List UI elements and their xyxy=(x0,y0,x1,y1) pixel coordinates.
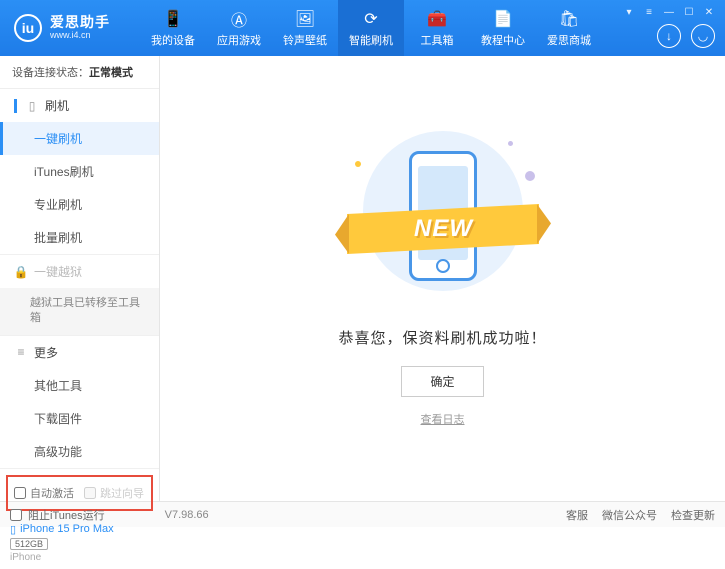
nav-label-4: 工具箱 xyxy=(421,32,454,48)
auto-activate-label: 自动激活 xyxy=(30,485,74,501)
nav-icon-1: Ⓐ xyxy=(229,9,249,29)
version-label: V7.98.66 xyxy=(165,509,209,521)
logo-icon: iu xyxy=(14,14,42,42)
nav-icon-4: 🧰 xyxy=(427,9,447,29)
device-storage-badge: 512GB xyxy=(10,538,48,550)
app-title: 爱思助手 xyxy=(50,15,110,30)
device-phone-icon: ▯ xyxy=(10,523,16,536)
device-status: 设备连接状态：正常模式 xyxy=(0,56,159,89)
auto-activate-checkbox[interactable]: 自动激活 xyxy=(14,485,74,501)
nav-label-5: 教程中心 xyxy=(481,32,525,48)
nav-tab-4[interactable]: 🧰 工具箱 xyxy=(404,0,470,56)
sidebar: 设备连接状态：正常模式 ▯ 刷机 一键刷机iTunes刷机专业刷机批量刷机 🔒 … xyxy=(0,56,160,501)
device-status-value: 正常模式 xyxy=(89,67,133,79)
sidebar-flash-title: 刷机 xyxy=(45,97,69,114)
sidebar-section-flash[interactable]: ▯ 刷机 xyxy=(0,89,159,122)
device-type: iPhone xyxy=(10,552,149,563)
nav-label-1: 应用游戏 xyxy=(217,32,261,48)
logo-area: iu 爱思助手 www.i4.cn xyxy=(0,14,140,42)
nav-icon-5: 📄 xyxy=(493,9,513,29)
window-controls: ▾ ≡ — ☐ ✕ xyxy=(621,6,717,18)
device-name: iPhone 15 Pro Max xyxy=(20,523,114,535)
device-info: ▯ iPhone 15 Pro Max 512GB iPhone xyxy=(0,517,159,569)
nav-tabs: 📱 我的设备 Ⓐ 应用游戏 🖼 铃声壁纸 ⟳ 智能刷机 🧰 工具箱 📄 教程中心 🛍 爱思商城 xyxy=(140,0,602,56)
nav-label-3: 智能刷机 xyxy=(349,32,393,48)
block-itunes-input[interactable] xyxy=(10,509,22,521)
footer-link-1[interactable]: 微信公众号 xyxy=(602,507,657,523)
ok-button[interactable]: 确定 xyxy=(401,366,483,397)
sidebar-item-more-0[interactable]: 其他工具 xyxy=(0,369,159,402)
success-message: 恭喜您，保资料刷机成功啦！ xyxy=(338,327,546,348)
nav-tab-2[interactable]: 🖼 铃声壁纸 xyxy=(272,0,338,56)
skip-guide-input xyxy=(84,487,96,499)
sidebar-section-more[interactable]: ≡ 更多 xyxy=(0,336,159,369)
app-url: www.i4.cn xyxy=(50,31,110,41)
sidebar-item-flash-1[interactable]: iTunes刷机 xyxy=(0,155,159,188)
list-icon: ≡ xyxy=(14,345,28,359)
block-itunes-checkbox[interactable]: 阻止iTunes运行 xyxy=(10,507,105,523)
nav-tab-3[interactable]: ⟳ 智能刷机 xyxy=(338,0,404,56)
auto-activate-input[interactable] xyxy=(14,487,26,499)
maximize-icon[interactable]: ☐ xyxy=(681,6,697,18)
close-icon[interactable]: ✕ xyxy=(701,6,717,18)
options-highlight-box: 自动激活 跳过向导 xyxy=(6,475,153,511)
sidebar-more-title: 更多 xyxy=(34,344,58,361)
sidebar-item-flash-2[interactable]: 专业刷机 xyxy=(0,188,159,221)
sidebar-item-flash-3[interactable]: 批量刷机 xyxy=(0,221,159,254)
nav-tab-5[interactable]: 📄 教程中心 xyxy=(470,0,536,56)
view-log-link[interactable]: 查看日志 xyxy=(421,411,465,427)
skip-guide-label: 跳过向导 xyxy=(100,485,144,501)
main-content: NEW 恭喜您，保资料刷机成功啦！ 确定 查看日志 xyxy=(160,56,725,501)
nav-label-2: 铃声壁纸 xyxy=(283,32,327,48)
app-header: iu 爱思助手 www.i4.cn 📱 我的设备 Ⓐ 应用游戏 🖼 铃声壁纸 ⟳ 智能刷机 🧰 工… xyxy=(0,0,725,56)
sidebar-item-more-2[interactable]: 高级功能 xyxy=(0,435,159,468)
footer-link-2[interactable]: 检查更新 xyxy=(671,507,715,523)
nav-icon-0: 📱 xyxy=(163,9,183,29)
nav-label-0: 我的设备 xyxy=(151,32,195,48)
nav-icon-3: ⟳ xyxy=(361,9,381,29)
footer-link-0[interactable]: 客服 xyxy=(566,507,588,523)
nav-tab-0[interactable]: 📱 我的设备 xyxy=(140,0,206,56)
device-name-row[interactable]: ▯ iPhone 15 Pro Max xyxy=(10,523,149,536)
jailbreak-note: 越狱工具已转移至工具箱 xyxy=(0,288,159,335)
phone-icon: ▯ xyxy=(25,99,39,113)
block-itunes-label: 阻止iTunes运行 xyxy=(28,507,105,523)
device-status-label: 设备连接状态： xyxy=(12,67,89,79)
nav-tab-1[interactable]: Ⓐ 应用游戏 xyxy=(206,0,272,56)
success-illustration: NEW xyxy=(343,131,543,311)
sidebar-item-flash-0[interactable]: 一键刷机 xyxy=(0,122,159,155)
nav-tab-6[interactable]: 🛍 爱思商城 xyxy=(536,0,602,56)
user-icon[interactable]: ◡ xyxy=(691,24,715,48)
lock-icon: 🔒 xyxy=(14,265,28,279)
sidebar-item-more-1[interactable]: 下载固件 xyxy=(0,402,159,435)
download-icon[interactable]: ↓ xyxy=(657,24,681,48)
minimize-icon[interactable]: — xyxy=(661,6,677,18)
settings-icon[interactable]: ≡ xyxy=(641,6,657,18)
menu-icon[interactable]: ▾ xyxy=(621,6,637,18)
skip-guide-checkbox[interactable]: 跳过向导 xyxy=(84,485,144,501)
nav-icon-2: 🖼 xyxy=(295,9,315,29)
nav-label-6: 爱思商城 xyxy=(547,32,591,48)
sidebar-section-jailbreak: 🔒 一键越狱 xyxy=(0,255,159,288)
ribbon-text: NEW xyxy=(413,215,472,243)
sidebar-jailbreak-title: 一键越狱 xyxy=(34,263,82,280)
nav-icon-6: 🛍 xyxy=(559,9,579,29)
